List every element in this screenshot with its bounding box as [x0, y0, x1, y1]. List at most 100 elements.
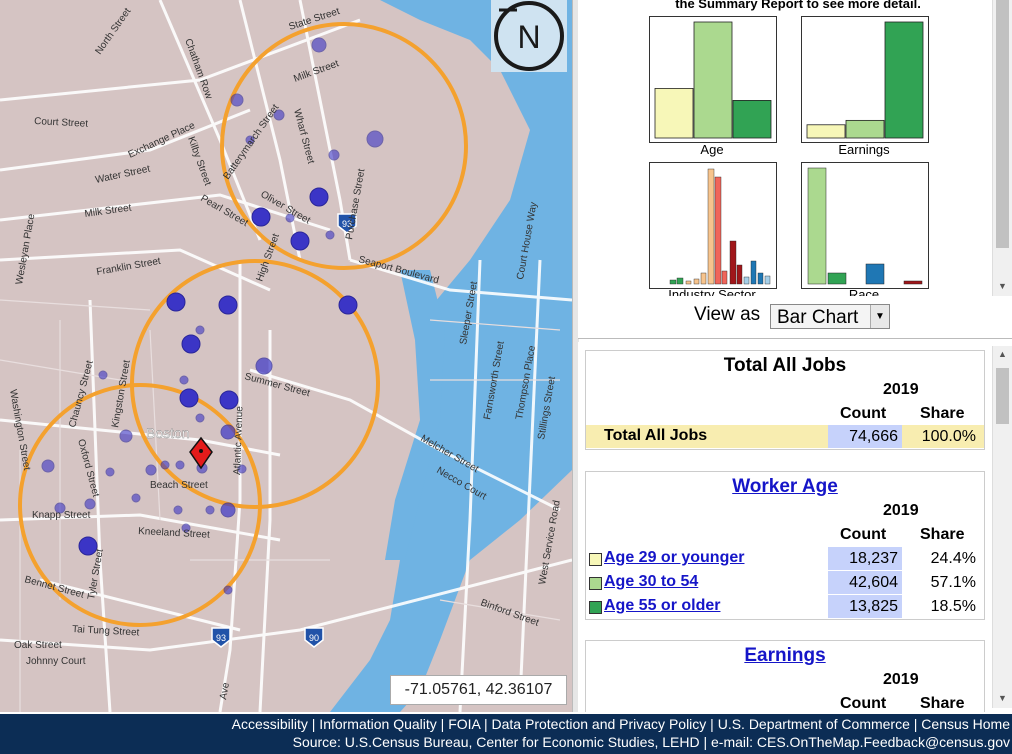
- industry-mini-chart[interactable]: [649, 162, 777, 289]
- row-count: 13,825: [828, 595, 902, 618]
- highway-shield: 90: [304, 627, 324, 648]
- age-mini-chart[interactable]: [649, 16, 777, 143]
- legend-swatch: [589, 553, 602, 566]
- charts-scroll-area[interactable]: the Summary Report to see more detail. A…: [605, 0, 991, 296]
- chart-bar: [732, 100, 772, 139]
- scroll-up-icon[interactable]: ▲: [993, 346, 1012, 362]
- row-share: 18.5%: [930, 598, 976, 615]
- svg-text:Bennet Street: Bennet Street: [23, 574, 85, 601]
- scroll-thumb[interactable]: [996, 368, 1009, 424]
- industry-chart-svg: [669, 168, 771, 285]
- svg-text:Oak Street: Oak Street: [14, 640, 62, 651]
- row-label-link[interactable]: Age 29 or younger: [604, 549, 744, 567]
- row-share: 24.4%: [930, 550, 976, 567]
- scroll-down-icon[interactable]: ▼: [993, 690, 1012, 706]
- share-header: Share: [920, 405, 965, 422]
- chart-bar: [654, 88, 694, 139]
- svg-text:Wharf Street: Wharf Street: [291, 108, 316, 165]
- svg-text:Binford Street: Binford Street: [479, 597, 540, 628]
- svg-text:Atlantic Avenue: Atlantic Avenue: [232, 406, 245, 476]
- table-row: Age 30 to 54 42,604 57.1%: [586, 571, 984, 594]
- share-header: Share: [920, 695, 965, 712]
- svg-text:Beach Street: Beach Street: [150, 480, 208, 491]
- svg-text:Water Street: Water Street: [94, 164, 151, 186]
- age-chart-label: Age: [700, 142, 724, 157]
- svg-text:North Street: North Street: [93, 6, 133, 57]
- chart-bar: [845, 119, 885, 139]
- legend-swatch: [589, 601, 602, 614]
- compass-north-icon: N: [491, 0, 567, 72]
- scroll-down-icon[interactable]: ▼: [993, 278, 1012, 294]
- row-label-link[interactable]: Age 55 or older: [604, 597, 720, 615]
- total-jobs-title: Total All Jobs: [723, 355, 847, 376]
- svg-text:93: 93: [216, 633, 226, 643]
- earnings-mini-chart[interactable]: [801, 16, 929, 143]
- svg-text:Knapp Street: Knapp Street: [32, 510, 91, 521]
- svg-text:Kneeland Street: Kneeland Street: [138, 526, 210, 541]
- svg-text:Ave: Ave: [218, 681, 232, 700]
- svg-text:Franklin Street: Franklin Street: [96, 256, 162, 278]
- svg-text:N: N: [517, 19, 540, 55]
- svg-text:Washington Street: Washington Street: [7, 389, 32, 472]
- coordinate-readout: -71.05761, 42.36107: [390, 675, 567, 705]
- highway-shield: 93: [211, 627, 231, 648]
- chart-bar: [884, 21, 924, 139]
- count-header: Count: [840, 526, 887, 543]
- table-row: Age 55 or older 13,825 18.5%: [586, 595, 984, 618]
- row-share: 100.0%: [921, 428, 976, 445]
- age-chart-svg: [654, 21, 772, 139]
- svg-text:Purchase Street: Purchase Street: [344, 168, 367, 241]
- earnings-table: Earnings 2019 Count Share: [585, 640, 985, 712]
- race-mini-chart[interactable]: [801, 162, 929, 289]
- legend-swatch: [589, 577, 602, 590]
- scroll-thumb[interactable]: [996, 0, 1009, 248]
- chart-type-value: Bar Chart: [777, 307, 859, 328]
- report-scrollbar[interactable]: ▲ ▼: [992, 346, 1012, 708]
- earnings-link[interactable]: Earnings: [586, 645, 984, 667]
- map-view[interactable]: 93 93 90 State Street Milk Street North …: [0, 0, 572, 712]
- svg-text:West Service Road: West Service Road: [537, 500, 563, 586]
- race-chart-label: Race: [848, 287, 880, 296]
- svg-text:90: 90: [309, 633, 319, 643]
- charts-panel: the Summary Report to see more detail. A…: [578, 0, 1012, 339]
- count-header: Count: [840, 695, 887, 712]
- chart-type-select[interactable]: Bar Chart ▼: [770, 304, 890, 329]
- count-header: Count: [840, 405, 887, 422]
- charts-scrollbar[interactable]: ▼: [992, 0, 1012, 296]
- svg-text:Tai Tung Street: Tai Tung Street: [72, 624, 140, 639]
- share-header: Share: [920, 526, 965, 543]
- chart-bar: [693, 21, 733, 139]
- industry-chart-label: Industry Sector: [668, 287, 756, 296]
- svg-text:Summer Street: Summer Street: [243, 371, 311, 399]
- earnings-chart-svg: [806, 21, 924, 139]
- svg-text:Wesleyan Place: Wesleyan Place: [14, 213, 37, 286]
- report-panel: Total All Jobs 2019 Count Share Total Al…: [578, 342, 1012, 712]
- year-header: 2019: [883, 671, 919, 688]
- footer-source: Source: U.S.Census Bureau, Center for Ec…: [292, 734, 1010, 750]
- svg-text:Boston: Boston: [146, 425, 190, 441]
- svg-text:Court Street: Court Street: [34, 116, 89, 130]
- chevron-down-icon[interactable]: ▼: [870, 305, 889, 328]
- chart-bar: [806, 124, 846, 139]
- svg-text:Kingston Street: Kingston Street: [110, 359, 133, 428]
- table-row: Age 29 or younger 18,237 24.4%: [586, 547, 984, 570]
- year-header: 2019: [883, 502, 919, 519]
- svg-text:Batterymarch Street: Batterymarch Street: [221, 102, 281, 181]
- svg-text:Kilby Street: Kilby Street: [185, 135, 213, 187]
- worker-age-link[interactable]: Worker Age: [586, 476, 984, 498]
- svg-text:Johnny Court: Johnny Court: [26, 656, 86, 667]
- worker-age-table: Worker Age 2019 Count Share Age 29 or yo…: [585, 471, 985, 620]
- view-as-label: View as: [694, 304, 761, 325]
- row-share: 57.1%: [930, 574, 976, 591]
- row-count: 42,604: [828, 571, 902, 594]
- total-jobs-table: Total All Jobs 2019 Count Share Total Al…: [585, 350, 985, 450]
- footer-links[interactable]: Accessibility | Information Quality | FO…: [232, 716, 1010, 732]
- earnings-chart-label: Earnings: [838, 142, 890, 157]
- map-canvas[interactable]: 93 93 90 State Street Milk Street North …: [0, 0, 572, 712]
- table-row: Total All Jobs 74,666 100.0%: [586, 425, 984, 448]
- row-count: 74,666: [828, 425, 902, 448]
- row-label-link[interactable]: Age 30 to 54: [604, 573, 698, 591]
- footer: Accessibility | Information Quality | FO…: [0, 714, 1012, 754]
- race-chart-svg: [807, 167, 923, 285]
- year-header: 2019: [883, 381, 919, 398]
